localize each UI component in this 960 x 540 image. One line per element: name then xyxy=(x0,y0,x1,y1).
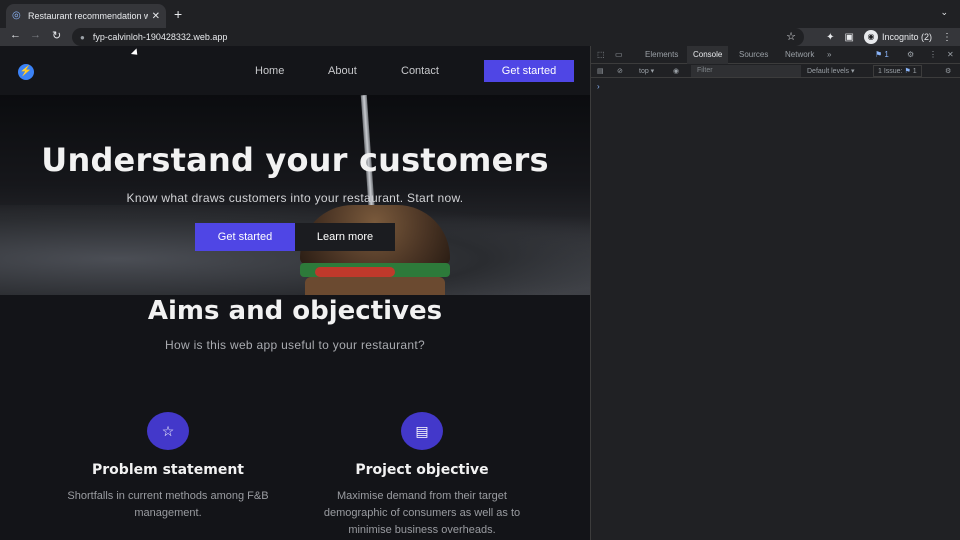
log-levels-dropdown[interactable]: Default levels ▾ xyxy=(807,67,855,75)
more-tabs-icon[interactable]: » xyxy=(827,50,831,59)
console-prompt-icon[interactable]: › xyxy=(597,82,600,91)
tab-console[interactable]: Console xyxy=(687,46,729,64)
site-navbar: ⚡ Home About Contact Get started xyxy=(0,46,590,95)
feature-problem-statement: ☆ Problem statement Shortfalls in curren… xyxy=(58,412,278,522)
browser-toolbar: ← → ↻ ● fyp-calvinloh-190428332.web.app … xyxy=(0,28,960,46)
new-tab-icon[interactable]: + xyxy=(174,6,182,22)
device-toolbar-icon[interactable]: ▭ xyxy=(615,50,623,59)
incognito-label: Incognito (2) xyxy=(881,32,932,42)
hero-get-started-button[interactable]: Get started xyxy=(195,223,295,251)
page-viewport: ⚡ Home About Contact Get started Underst… xyxy=(0,46,590,540)
console-settings-icon[interactable]: ⚙ xyxy=(945,67,951,75)
reload-icon[interactable]: ↻ xyxy=(52,29,61,42)
inspect-element-icon[interactable]: ⬚ xyxy=(597,50,605,59)
issues-button[interactable]: 1 Issue: ⚑ 1 xyxy=(873,65,922,77)
console-filter-input[interactable]: Filter xyxy=(691,65,801,77)
issues-badge-count: 1 xyxy=(884,50,889,59)
devtools-close-icon[interactable]: ✕ xyxy=(947,50,954,59)
console-toolbar: ▤ ⊘ top ▾ ◉ Filter Default levels ▾ 1 Is… xyxy=(591,64,960,78)
hero-subtitle: Know what draws customers into your rest… xyxy=(126,191,464,205)
hero-title: Understand your customers xyxy=(41,141,549,179)
browser-tab[interactable]: ◎ Restaurant recommendation w ✕ xyxy=(6,4,166,28)
tab-elements[interactable]: Elements xyxy=(645,50,678,59)
context-label: top xyxy=(639,68,649,75)
issue-flag-icon: ⚑ xyxy=(904,68,911,75)
context-selector[interactable]: top ▾ xyxy=(639,67,654,75)
feature-title: Project objective xyxy=(355,462,489,478)
nav-get-started-button[interactable]: Get started xyxy=(484,60,574,82)
side-panel-icon[interactable]: ▣ xyxy=(845,32,854,43)
clear-console-icon[interactable]: ⊘ xyxy=(617,67,623,75)
incognito-icon: ◉ xyxy=(863,30,878,44)
burger-patty-image xyxy=(305,277,445,295)
site-favicon-icon: ◎ xyxy=(12,10,21,21)
devtools-tabs: ⬚ ▭ Elements Console Sources Network » ⚑… xyxy=(591,46,960,64)
nav-about-link[interactable]: About xyxy=(328,65,357,77)
devtools-panel: ⬚ ▭ Elements Console Sources Network » ⚑… xyxy=(590,46,960,540)
feature-title: Problem statement xyxy=(92,462,244,478)
document-icon: ▤ xyxy=(401,412,443,450)
extensions-icon[interactable]: ✦ xyxy=(826,32,834,43)
devtools-menu-icon[interactable]: ⋮ xyxy=(929,50,937,59)
tab-network[interactable]: Network xyxy=(785,50,814,59)
browser-menu-icon[interactable]: ⋮ xyxy=(942,32,952,43)
console-sidebar-icon[interactable]: ▤ xyxy=(597,67,604,75)
issues-label: 1 Issue: xyxy=(878,68,903,75)
tab-sources[interactable]: Sources xyxy=(739,50,768,59)
feature-project-objective: ▤ Project objective Maximise demand from… xyxy=(312,412,532,539)
address-bar[interactable]: ● fyp-calvinloh-190428332.web.app ☆ xyxy=(72,28,804,46)
hero-section: Understand your customers Know what draw… xyxy=(0,95,590,295)
aims-subtitle: How is this web app useful to your resta… xyxy=(165,338,425,352)
nav-home-link[interactable]: Home xyxy=(255,65,284,77)
url-text: fyp-calvinloh-190428332.web.app xyxy=(92,32,228,42)
star-list-icon: ☆ xyxy=(147,412,189,450)
lock-icon[interactable]: ● xyxy=(80,33,85,42)
incognito-indicator[interactable]: ◉ Incognito (2) xyxy=(863,30,932,44)
tab-title: Restaurant recommendation w xyxy=(28,11,148,21)
browser-tab-bar: ◎ Restaurant recommendation w ✕ + ⌄ xyxy=(0,0,960,28)
forward-icon[interactable]: → xyxy=(30,29,41,41)
nav-contact-link[interactable]: Contact xyxy=(401,65,439,77)
live-expression-icon[interactable]: ◉ xyxy=(673,67,679,75)
issue-count: 1 xyxy=(912,68,917,75)
close-tab-icon[interactable]: ✕ xyxy=(152,11,160,22)
hero-learn-more-button[interactable]: Learn more xyxy=(295,223,395,251)
log-levels-label: Default levels xyxy=(807,68,850,75)
settings-icon[interactable]: ⚙ xyxy=(907,50,914,59)
site-logo-icon[interactable]: ⚡ xyxy=(18,64,34,80)
back-icon[interactable]: ← xyxy=(10,29,21,41)
tab-search-icon[interactable]: ⌄ xyxy=(940,7,948,18)
feature-text: Maximise demand from their target demogr… xyxy=(323,490,521,536)
burger-tomato-image xyxy=(315,267,395,277)
issues-badge[interactable]: ⚑ 1 xyxy=(875,50,889,59)
feature-text: Shortfalls in current methods among F&B … xyxy=(67,490,269,519)
bookmark-star-icon[interactable]: ☆ xyxy=(786,30,796,43)
aims-title: Aims and objectives xyxy=(147,296,443,326)
